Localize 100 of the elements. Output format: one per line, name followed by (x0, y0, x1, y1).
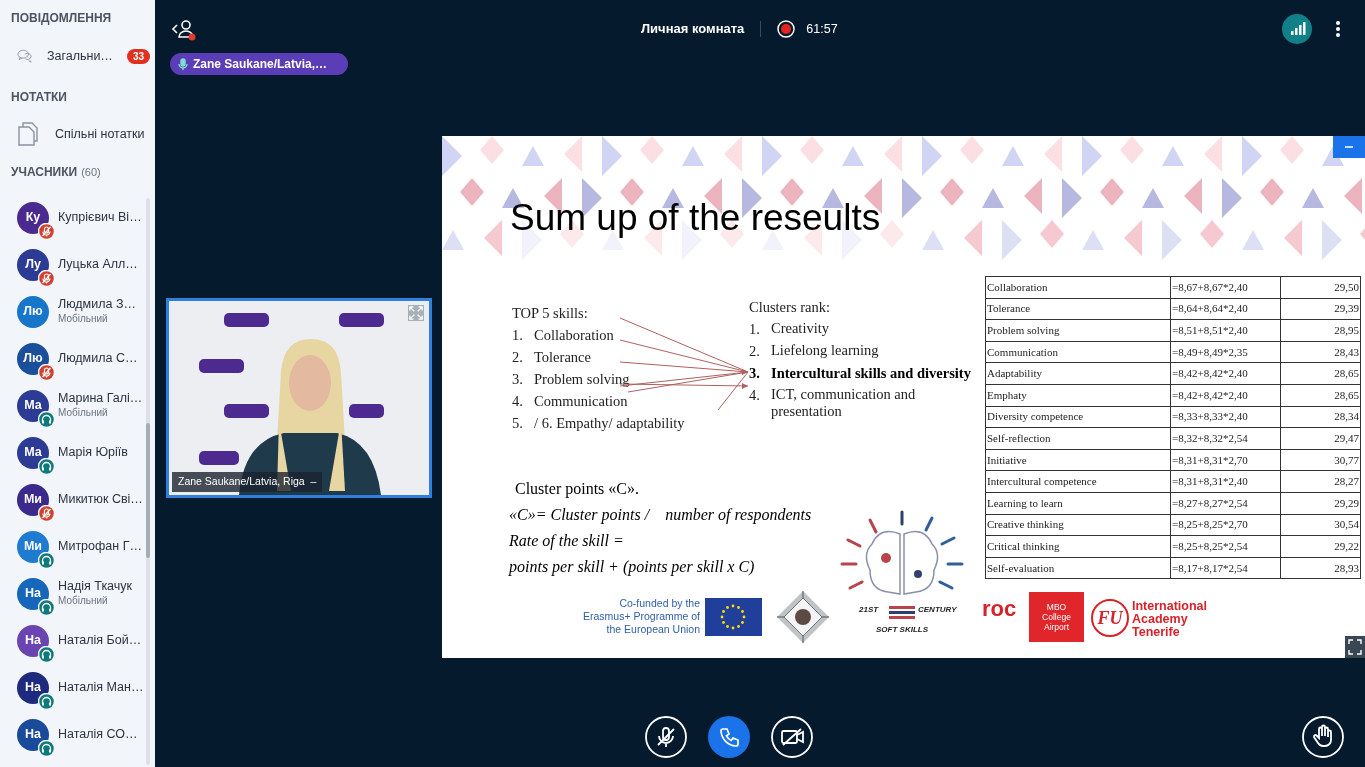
section-heading: НОТАТКИ (11, 89, 67, 106)
participants-toggle-icon[interactable] (171, 17, 197, 41)
table-cell: Adaptability (985, 362, 1171, 385)
table-cell: Diversity competence (985, 406, 1171, 428)
table-cell: 28,43 (1280, 341, 1361, 363)
table-cell: =8,31+8,31*2,40 (1170, 470, 1281, 493)
table-cell: =8,25+8,25*2,70 (1170, 514, 1281, 536)
participant-name: Луцька Алл… (58, 256, 138, 273)
list-heading: Clusters rank: (749, 298, 831, 317)
participant-item[interactable]: Ми Митрофан Г… (0, 523, 155, 570)
list-item: 1. Creativity (749, 319, 830, 339)
participant-name: Людмила З… (58, 297, 136, 313)
participant-count: (60) (81, 164, 101, 180)
participant-item[interactable]: На Наталія Бой… (0, 617, 155, 664)
table-cell: =8,42+8,42*2,40 (1170, 362, 1281, 385)
chat-item[interactable]: Загальни… 33 (0, 36, 155, 76)
participant-item[interactable]: Лу Луцька Алл… (0, 241, 155, 288)
list-item: 3. Problem solving (512, 370, 631, 389)
participant-item[interactable]: На Наталія СО… (0, 711, 155, 758)
call-button[interactable] (708, 716, 750, 758)
participant-name: Людмила С… (58, 350, 138, 367)
table-cell: 29,47 (1280, 427, 1361, 450)
table-cell: =8,42+8,42*2,40 (1170, 384, 1281, 407)
table-cell: =8,31+8,31*2,70 (1170, 449, 1281, 471)
headphones-icon (38, 457, 55, 475)
participant-device: Мобільний (58, 313, 109, 326)
table-cell: =8,67+8,67*2,40 (1170, 276, 1281, 299)
participant-name: Марина Галі… (58, 391, 143, 407)
list-item: 4. Communication (512, 392, 629, 411)
formula-line: points per skill + (points per skill x C) (509, 557, 756, 578)
participant-item[interactable]: На Наталія Ман… (0, 664, 155, 711)
table-cell: 28,27 (1280, 470, 1361, 493)
list-item: 2. Tolerance (512, 348, 592, 367)
recording-icon (777, 20, 796, 38)
more-menu-icon[interactable] (1335, 20, 1341, 38)
participant-device: Мобільний (58, 595, 109, 608)
microphone-icon (178, 57, 188, 71)
raise-hand-button[interactable] (1302, 716, 1344, 758)
table-cell: 30,77 (1280, 449, 1361, 471)
table-cell: Critical thinking (985, 535, 1171, 558)
video-name-label: Zane Saukane/Latvia, Riga – (172, 472, 323, 492)
table-cell: Problem solving (985, 319, 1171, 342)
stripes-icon (889, 606, 915, 620)
minimize-icon[interactable] (1333, 136, 1365, 158)
participant-item[interactable]: Ми Микитюк Сві… (0, 476, 155, 523)
avatar: Лю (17, 295, 49, 328)
list-item: 5. / 6. Empathy/ adaptability (512, 414, 685, 433)
participant-name: Митрофан Г… (58, 538, 142, 555)
slide-title: Sum up of the reseults (510, 196, 881, 240)
headphones-icon (38, 645, 55, 663)
academy-name: International Academy Tenerife (1132, 600, 1208, 639)
diamond-logo-icon (776, 590, 830, 644)
headphones-icon (38, 598, 55, 616)
table-cell: =8,32+8,32*2,54 (1170, 427, 1281, 450)
formula-line: Rate of the skill = (509, 531, 625, 552)
notes-icon (18, 122, 38, 146)
participant-item[interactable]: Ку Купрієвич Ві… (0, 194, 155, 241)
table-cell: 29,39 (1280, 298, 1361, 320)
list-item: 2. Liefelong learning (749, 341, 880, 361)
participant-name: Надія Ткачук (58, 579, 133, 595)
table-cell: =8,64+8,64*2,40 (1170, 298, 1281, 320)
table-cell: =8,33+8,33*2,40 (1170, 406, 1281, 428)
table-cell: 29,22 (1280, 535, 1361, 558)
formula-heading: Cluster points «C». (514, 479, 640, 500)
headphones-icon (38, 551, 55, 569)
participant-item[interactable]: Ма Марія Юріїв (0, 429, 155, 476)
connection-quality-icon[interactable] (1282, 14, 1312, 44)
section-heading: ПОВІДОМЛЕННЯ (11, 10, 112, 27)
muted-mic-icon (38, 504, 55, 522)
fullscreen-icon[interactable] (1345, 636, 1365, 658)
table-cell: Creative thinking (985, 514, 1171, 536)
table-cell: =8,25+8,25*2,54 (1170, 535, 1281, 558)
list-item: 3. Intercultural skills and diversity (749, 364, 971, 383)
table-cell: 28,34 (1280, 406, 1361, 428)
headphones-icon (38, 410, 55, 428)
table-cell: Tolerance (985, 298, 1171, 320)
muted-mic-icon (38, 269, 55, 287)
table-cell: =8,27+8,27*2,54 (1170, 492, 1281, 515)
camera-off-button[interactable] (771, 716, 813, 758)
participant-name: Купрієвич Ві… (58, 209, 142, 226)
participant-item[interactable]: На Надія Ткачук Мобільний (0, 570, 155, 617)
list-item: 4. ICT, communication and presentation (749, 385, 917, 420)
video-tile[interactable]: Zane Saukane/Latvia, Riga – (166, 298, 432, 498)
participant-device: Мобільний (58, 407, 109, 420)
participant-item[interactable]: Ма Марина Галі… Мобільний (0, 382, 155, 429)
table-cell: Communication (985, 341, 1171, 363)
participant-name: Наталія Ман… (58, 679, 144, 696)
table-cell: =8,51+8,51*2,40 (1170, 319, 1281, 342)
participant-name: Марія Юріїв (58, 444, 128, 461)
mute-microphone-button[interactable] (645, 716, 687, 758)
section-heading: УЧАСНИКИ (11, 164, 78, 181)
participant-item[interactable]: Лю Людмила З… Мобільний (0, 288, 155, 335)
recording-timer: 61:57 (806, 20, 838, 38)
headphones-icon (38, 739, 55, 757)
table-cell: Learning to learn (985, 492, 1171, 515)
participant-item[interactable]: Лю Людмила С… (0, 335, 155, 382)
logo-text: CENTURY (918, 604, 957, 616)
speaker-name: Zane Saukane/Latvia,… (193, 56, 328, 73)
notes-item[interactable]: Спільні нотатки (0, 118, 155, 150)
list-heading: TOP 5 skills: (512, 304, 589, 323)
